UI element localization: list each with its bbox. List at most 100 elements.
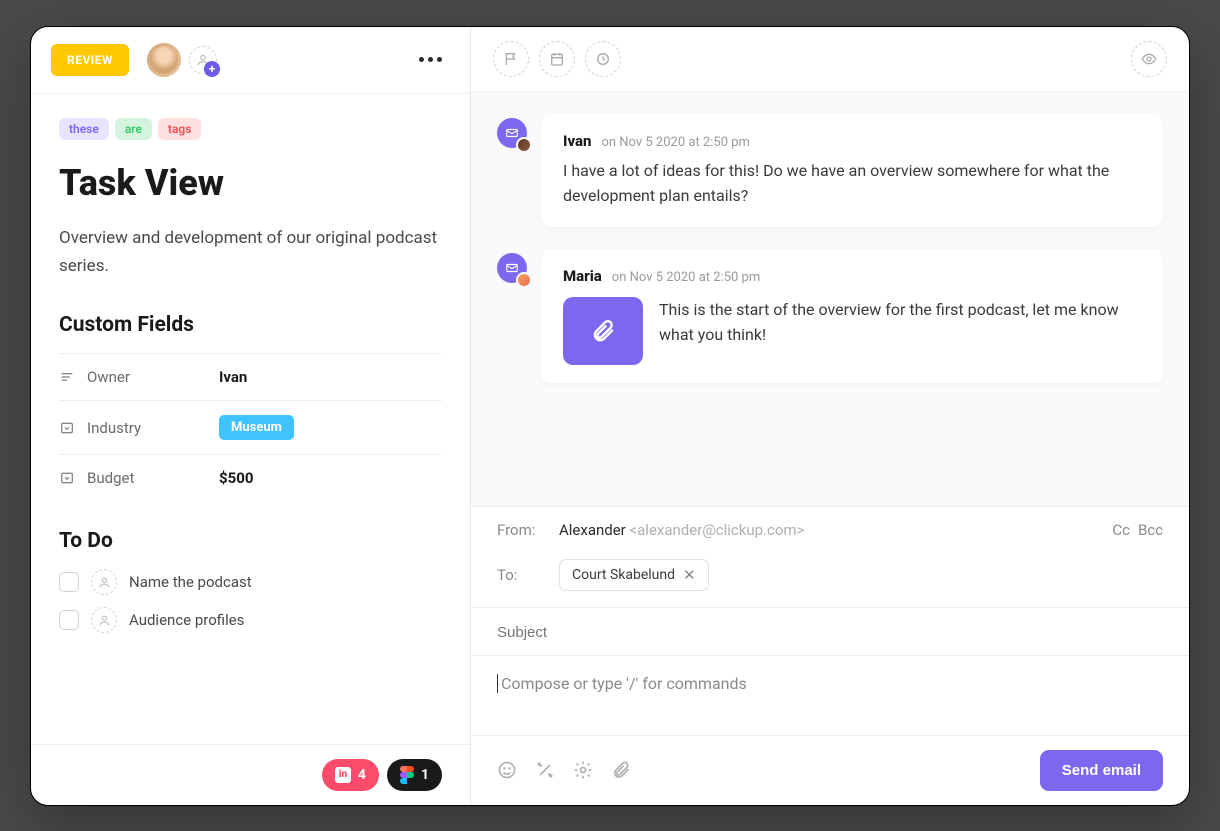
time-button[interactable] — [585, 41, 621, 77]
invision-pill[interactable]: in 4 — [322, 759, 379, 791]
todo-section: To Do Name the podcast Aud — [59, 529, 442, 633]
field-value: $500 — [219, 469, 253, 487]
assign-todo-button[interactable] — [91, 607, 117, 633]
task-modal: REVIEW + these are tags Task View Overvi… — [30, 26, 1190, 806]
figma-icon — [400, 766, 414, 784]
ai-button[interactable] — [535, 760, 555, 780]
left-footer: in 4 1 — [31, 744, 470, 805]
send-email-button[interactable]: Send email — [1040, 750, 1163, 791]
subject-row[interactable] — [471, 607, 1189, 655]
from-name: Alexander — [559, 521, 626, 539]
cc-button[interactable]: Cc — [1112, 521, 1130, 539]
field-row-owner[interactable]: Owner Ivan — [59, 353, 442, 400]
field-label: Owner — [87, 368, 207, 386]
user-mini-avatar — [516, 272, 532, 288]
attach-button[interactable] — [611, 760, 631, 780]
watchers-button[interactable] — [1131, 41, 1167, 77]
field-value: Ivan — [219, 368, 247, 386]
paperclip-icon — [590, 318, 616, 344]
field-row-industry[interactable]: Industry Museum — [59, 400, 442, 454]
compose-footer: Send email — [471, 735, 1189, 805]
comments-feed[interactable]: Ivan on Nov 5 2020 at 2:50 pm I have a l… — [471, 92, 1189, 506]
task-description[interactable]: Overview and development of our original… — [59, 224, 442, 282]
flag-icon — [503, 51, 519, 67]
figma-pill[interactable]: 1 — [387, 759, 442, 791]
plus-badge-icon: + — [204, 61, 220, 77]
text-field-icon — [59, 369, 75, 385]
dot-icon — [437, 57, 442, 62]
dropdown-field-icon — [59, 470, 75, 486]
compose-placeholder: Compose or type '/' for commands — [501, 674, 747, 693]
comment-avatar[interactable] — [497, 253, 527, 283]
comment-author: Maria — [563, 267, 602, 285]
recipient-name: Court Skabelund — [572, 567, 675, 583]
dot-icon — [419, 57, 424, 62]
assignee-avatar[interactable] — [147, 43, 181, 77]
from-email: <alexander@clickup.com> — [630, 521, 805, 539]
comment-bubble[interactable]: Maria on Nov 5 2020 at 2:50 pm This is t… — [541, 249, 1163, 383]
comment-body: I have a lot of ideas for this! Do we ha… — [563, 158, 1141, 209]
email-compose: From: Alexander <alexander@clickup.com> … — [471, 506, 1189, 805]
mail-icon — [505, 261, 519, 275]
to-row[interactable]: To: Court Skabelund ✕ — [471, 553, 1189, 607]
comment: Ivan on Nov 5 2020 at 2:50 pm I have a l… — [497, 114, 1163, 227]
comment-meta: on Nov 5 2020 at 2:50 pm — [612, 270, 760, 285]
emoji-button[interactable] — [497, 760, 517, 780]
assign-todo-button[interactable] — [91, 569, 117, 595]
date-button[interactable] — [539, 41, 575, 77]
dot-icon — [428, 57, 433, 62]
todo-item[interactable]: Name the podcast — [59, 569, 442, 595]
comment-avatar[interactable] — [497, 118, 527, 148]
checkbox[interactable] — [59, 572, 79, 592]
settings-button[interactable] — [573, 760, 593, 780]
right-panel: Ivan on Nov 5 2020 at 2:50 pm I have a l… — [471, 27, 1189, 805]
mail-icon — [505, 126, 519, 140]
tag[interactable]: are — [115, 118, 152, 140]
left-panel: REVIEW + these are tags Task View Overvi… — [31, 27, 471, 805]
comment-bubble[interactable]: Ivan on Nov 5 2020 at 2:50 pm I have a l… — [541, 114, 1163, 227]
todo-heading: To Do — [59, 529, 442, 553]
custom-fields-heading: Custom Fields — [59, 313, 442, 337]
attachment-thumbnail[interactable] — [563, 297, 643, 365]
comment-body: This is the start of the overview for th… — [659, 297, 1141, 348]
add-assignee-button[interactable]: + — [189, 46, 217, 74]
invision-icon: in — [335, 767, 351, 783]
field-label: Budget — [87, 469, 207, 487]
tag[interactable]: tags — [158, 118, 201, 140]
to-label: To: — [497, 566, 541, 584]
invision-count: 4 — [358, 767, 366, 783]
eye-icon — [1141, 51, 1157, 67]
compose-body[interactable]: Compose or type '/' for commands — [471, 655, 1189, 735]
tag[interactable]: these — [59, 118, 109, 140]
comment-author: Ivan — [563, 132, 591, 150]
subject-input[interactable] — [497, 624, 1163, 641]
clock-icon — [595, 51, 611, 67]
person-icon — [98, 576, 111, 589]
user-mini-avatar — [516, 137, 532, 153]
person-icon — [98, 614, 111, 627]
more-menu-button[interactable] — [411, 49, 450, 70]
comment: Maria on Nov 5 2020 at 2:50 pm This is t… — [497, 249, 1163, 383]
remove-recipient-icon[interactable]: ✕ — [683, 566, 696, 584]
todo-item[interactable]: Audience profiles — [59, 607, 442, 633]
priority-button[interactable] — [493, 41, 529, 77]
todo-text: Name the podcast — [129, 573, 252, 591]
task-title[interactable]: Task View — [59, 162, 442, 204]
calendar-icon — [549, 51, 565, 67]
dropdown-field-icon — [59, 420, 75, 436]
figma-count: 1 — [421, 767, 429, 783]
left-header: REVIEW + — [31, 27, 470, 94]
field-row-budget[interactable]: Budget $500 — [59, 454, 442, 501]
from-row: From: Alexander <alexander@clickup.com> … — [471, 507, 1189, 553]
recipient-chip[interactable]: Court Skabelund ✕ — [559, 559, 709, 591]
left-content: these are tags Task View Overview and de… — [31, 94, 470, 744]
field-label: Industry — [87, 419, 207, 437]
custom-fields-section: Custom Fields Owner Ivan Industry Museum… — [59, 313, 442, 501]
tag-list: these are tags — [59, 118, 442, 140]
field-value-chip: Museum — [219, 415, 294, 440]
bcc-button[interactable]: Bcc — [1138, 521, 1163, 539]
checkbox[interactable] — [59, 610, 79, 630]
comment-meta: on Nov 5 2020 at 2:50 pm — [601, 135, 749, 150]
status-badge[interactable]: REVIEW — [51, 44, 129, 76]
right-header — [471, 27, 1189, 92]
